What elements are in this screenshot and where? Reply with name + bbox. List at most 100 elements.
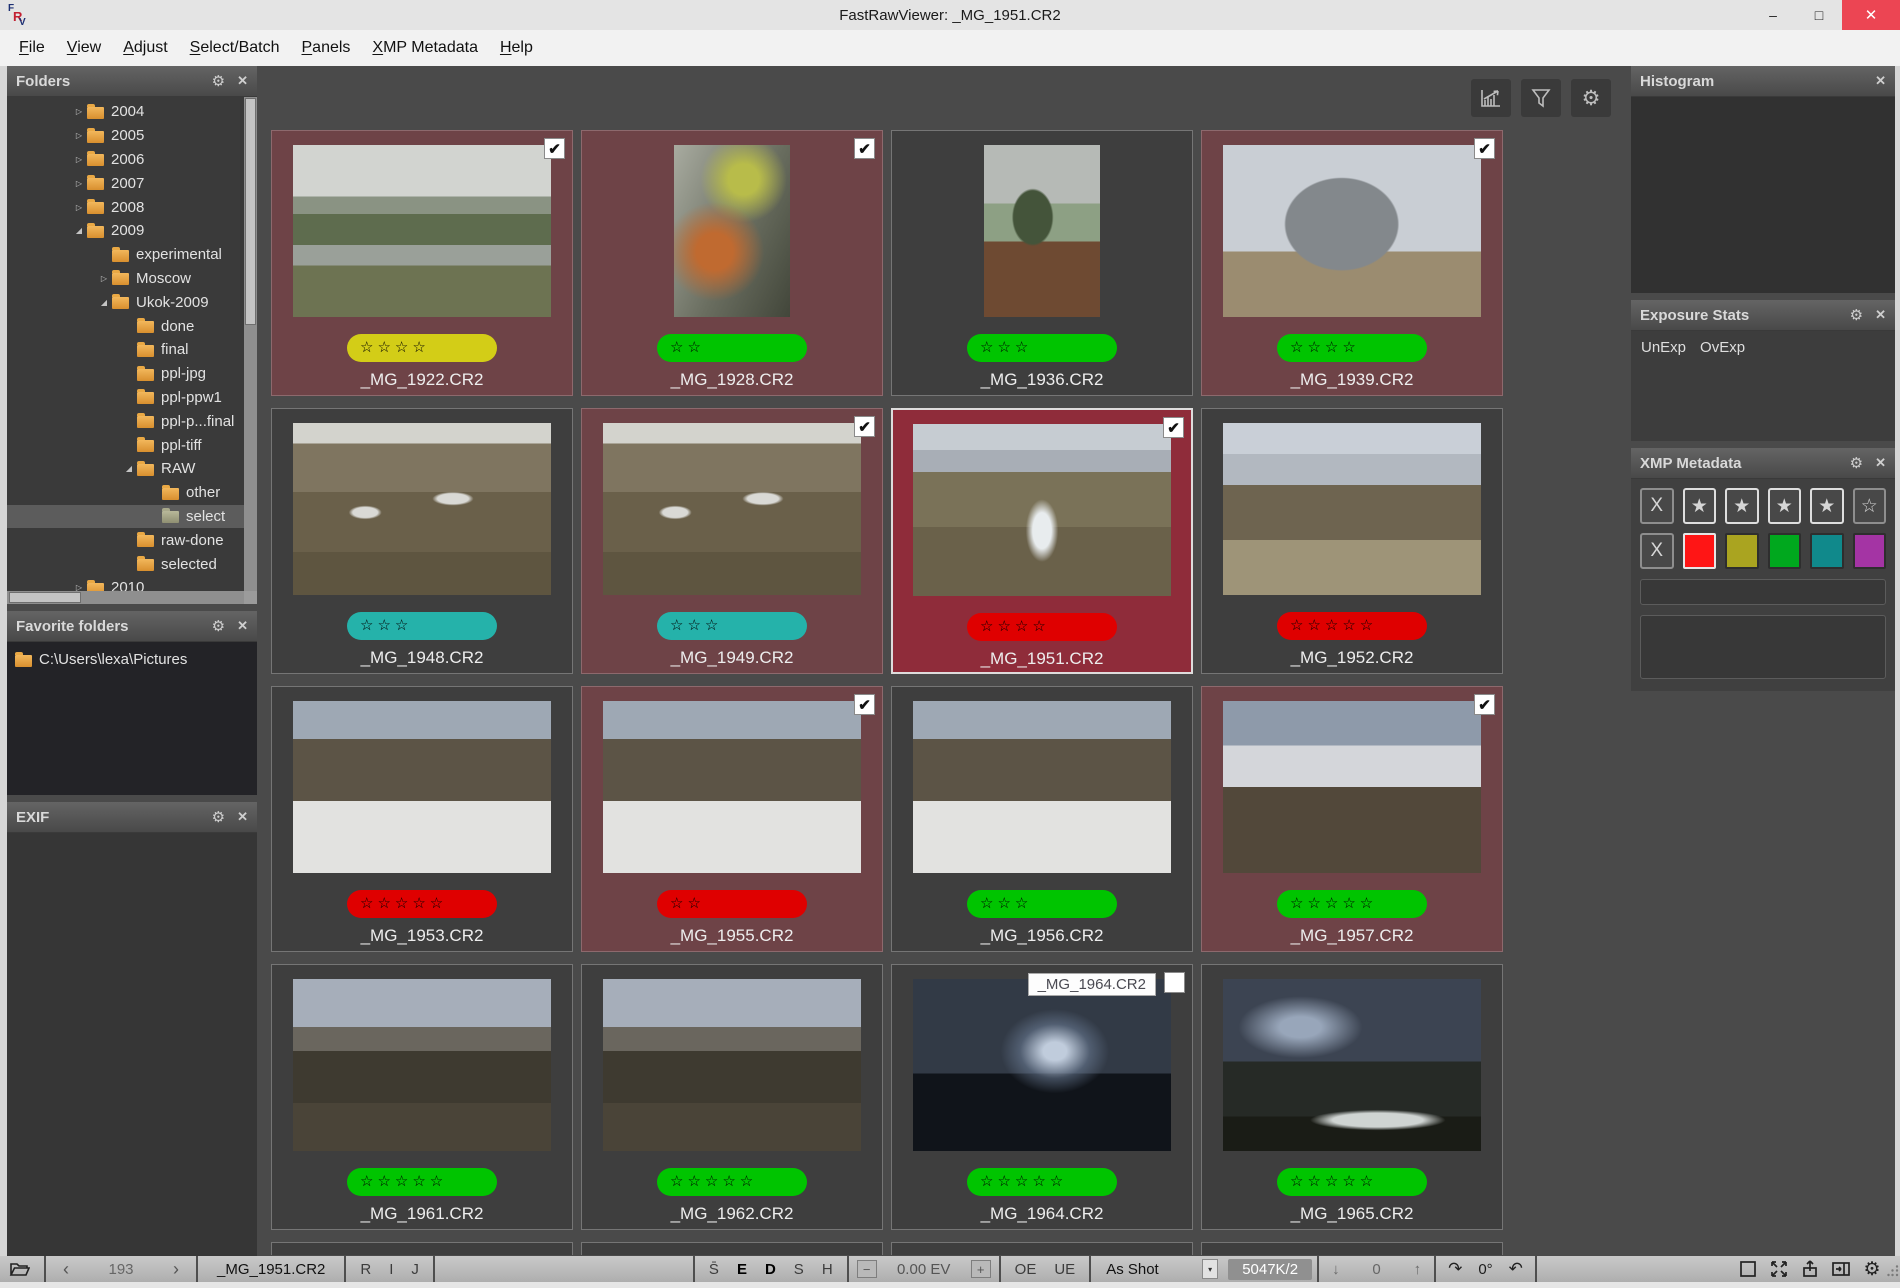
collapsed-expander-icon[interactable]: ▷ — [71, 131, 87, 140]
expanded-expander-icon[interactable]: ◢ — [96, 298, 112, 307]
label-up-button[interactable]: ↑ — [1406, 1261, 1430, 1278]
filter-icon[interactable] — [1521, 79, 1561, 117]
folder-item-select[interactable]: select — [7, 505, 244, 529]
xmp-label-yellow[interactable] — [1725, 533, 1759, 569]
thumbnail-cell-mg-1928-cr2[interactable]: ☆☆_MG_1928.CR2✔ — [581, 130, 883, 396]
histogram-chart-icon[interactable] — [1471, 79, 1511, 117]
selection-checkbox[interactable]: ✔ — [854, 694, 875, 715]
thumbnail-cell-mg-1962-cr2[interactable]: ☆☆☆☆☆_MG_1962.CR2 — [581, 964, 883, 1230]
selection-checkbox[interactable]: ✔ — [1163, 417, 1184, 438]
horizontal-scrollbar[interactable] — [7, 591, 244, 604]
collapsed-expander-icon[interactable]: ▷ — [71, 583, 87, 591]
rotate-ccw-button[interactable]: ↶ — [1502, 1259, 1530, 1279]
scrollbar-thumb[interactable] — [9, 592, 81, 603]
gear-icon[interactable]: ⚙ — [212, 617, 225, 635]
vertical-scrollbar[interactable] — [244, 97, 257, 591]
xmp-label-purple[interactable] — [1853, 533, 1887, 569]
close-icon[interactable]: ✕ — [1875, 73, 1886, 89]
gear-icon[interactable]: ⚙ — [212, 808, 225, 826]
next-file-button[interactable]: › — [161, 1259, 191, 1280]
exposure-button-ue[interactable]: UE — [1045, 1261, 1084, 1278]
folder-item-ppl-tiff[interactable]: ppl-tiff — [7, 433, 244, 457]
xmp-star-button-4[interactable]: ★ — [1810, 488, 1844, 524]
folder-item-other[interactable]: other — [7, 481, 244, 505]
folder-item-2006[interactable]: ▷2006 — [7, 148, 244, 172]
format-button-i[interactable]: I — [380, 1261, 402, 1278]
label-down-button[interactable]: ↓ — [1324, 1261, 1348, 1278]
prev-file-button[interactable]: ‹ — [51, 1259, 81, 1280]
folder-item-final[interactable]: final — [7, 338, 244, 362]
folder-item-raw[interactable]: ◢RAW — [7, 457, 244, 481]
menu-item-select-batch[interactable]: Select/Batch — [179, 39, 291, 57]
folder-item-2007[interactable]: ▷2007 — [7, 171, 244, 195]
folder-item-2010[interactable]: ▷2010 — [7, 576, 244, 591]
export-icon[interactable] — [1798, 1258, 1822, 1280]
thumbnail-cell-partial[interactable] — [1201, 1242, 1503, 1255]
menu-item-panels[interactable]: Panels — [291, 39, 362, 57]
thumbnail-cell-mg-1956-cr2[interactable]: ☆☆☆_MG_1956.CR2 — [891, 686, 1193, 952]
folder-item-experimental[interactable]: experimental — [7, 243, 244, 267]
expanded-expander-icon[interactable]: ◢ — [71, 226, 87, 235]
thumbnail-cell-mg-1964-cr2[interactable]: ☆☆☆☆☆_MG_1964.CR2_MG_1964.CR2 — [891, 964, 1193, 1230]
gear-icon[interactable]: ⚙ — [1850, 454, 1863, 472]
menu-item-xmp-metadata[interactable]: XMP Metadata — [361, 39, 489, 57]
thumbnail-cell-mg-1955-cr2[interactable]: ☆☆_MG_1955.CR2✔ — [581, 686, 883, 952]
fit-screen-icon[interactable] — [1767, 1258, 1791, 1280]
thumbnail-cell-mg-1936-cr2[interactable]: ☆☆☆_MG_1936.CR2 — [891, 130, 1193, 396]
thumbnail-cell-mg-1952-cr2[interactable]: ☆☆☆☆☆_MG_1952.CR2 — [1201, 408, 1503, 674]
selection-checkbox[interactable]: ✔ — [854, 138, 875, 159]
selection-checkbox[interactable]: ✔ — [1474, 138, 1495, 159]
format-button-j[interactable]: J — [402, 1261, 428, 1278]
close-icon[interactable]: ✕ — [237, 618, 248, 634]
thumbnail-cell-partial[interactable] — [271, 1242, 573, 1255]
display-button-d[interactable]: D — [756, 1261, 785, 1278]
open-folder-icon[interactable] — [0, 1260, 39, 1278]
xmp-clear-label-button[interactable]: X — [1640, 533, 1674, 569]
xmp-title-field[interactable] — [1640, 579, 1886, 605]
gear-icon[interactable]: ⚙ — [1850, 306, 1863, 324]
xmp-star-button-5[interactable]: ☆ — [1853, 488, 1887, 524]
scrollbar-thumb[interactable] — [245, 98, 256, 325]
folder-item-2005[interactable]: ▷2005 — [7, 124, 244, 148]
selection-checkbox[interactable]: ✔ — [854, 416, 875, 437]
close-button[interactable]: ✕ — [1842, 0, 1900, 30]
xmp-description-field[interactable] — [1640, 615, 1886, 679]
wb-preset-select[interactable]: As Shot — [1096, 1261, 1202, 1278]
xmp-clear-rating-button[interactable]: X — [1640, 488, 1674, 524]
folder-item-2004[interactable]: ▷2004 — [7, 100, 244, 124]
menu-item-help[interactable]: Help — [489, 39, 544, 57]
expanded-expander-icon[interactable]: ◢ — [121, 464, 137, 473]
thumbnail-cell-mg-1965-cr2[interactable]: ☆☆☆☆☆_MG_1965.CR2 — [1201, 964, 1503, 1230]
selection-checkbox[interactable]: ✔ — [1474, 694, 1495, 715]
folder-item-2008[interactable]: ▷2008 — [7, 195, 244, 219]
thumbnail-cell-mg-1939-cr2[interactable]: ☆☆☆☆_MG_1939.CR2✔ — [1201, 130, 1503, 396]
maximize-button[interactable]: □ — [1796, 0, 1842, 30]
ev-plus-button[interactable]: + — [971, 1260, 991, 1278]
selection-checkbox[interactable]: ✔ — [544, 138, 565, 159]
folder-item-selected[interactable]: selected — [7, 552, 244, 576]
menu-item-file[interactable]: File — [8, 39, 56, 57]
frame-icon[interactable] — [1736, 1258, 1760, 1280]
folder-item-raw-done[interactable]: raw-done — [7, 528, 244, 552]
display-button-e[interactable]: E — [728, 1261, 756, 1278]
collapsed-expander-icon[interactable]: ▷ — [71, 107, 87, 116]
settings-icon[interactable]: ⚙ — [1860, 1258, 1884, 1280]
exposure-button-oe[interactable]: OE — [1006, 1261, 1046, 1278]
close-icon[interactable]: ✕ — [1875, 307, 1886, 323]
minimize-button[interactable]: – — [1750, 0, 1796, 30]
thumbnail-cell-mg-1922-cr2[interactable]: ☆☆☆☆_MG_1922.CR2✔ — [271, 130, 573, 396]
display-button-s[interactable]: S̄ — [700, 1261, 728, 1278]
thumbnail-cell-partial[interactable] — [891, 1242, 1193, 1255]
thumbnail-cell-mg-1948-cr2[interactable]: ☆☆☆_MG_1948.CR2 — [271, 408, 573, 674]
favorite-folder-item[interactable]: C:\Users\lexa\Pictures — [7, 648, 257, 671]
folder-item-2009[interactable]: ◢2009 — [7, 219, 244, 243]
collapsed-expander-icon[interactable]: ▷ — [71, 203, 87, 212]
display-button-s[interactable]: S — [785, 1261, 813, 1278]
panel-toggle-icon[interactable] — [1829, 1258, 1853, 1280]
selection-checkbox[interactable] — [1164, 972, 1185, 993]
folder-item-ppl-jpg[interactable]: ppl-jpg — [7, 362, 244, 386]
xmp-label-red[interactable] — [1683, 533, 1717, 569]
folder-item-ppl-ppw1[interactable]: ppl-ppw1 — [7, 386, 244, 410]
menu-item-view[interactable]: View — [56, 39, 112, 57]
format-button-r[interactable]: R — [351, 1261, 380, 1278]
